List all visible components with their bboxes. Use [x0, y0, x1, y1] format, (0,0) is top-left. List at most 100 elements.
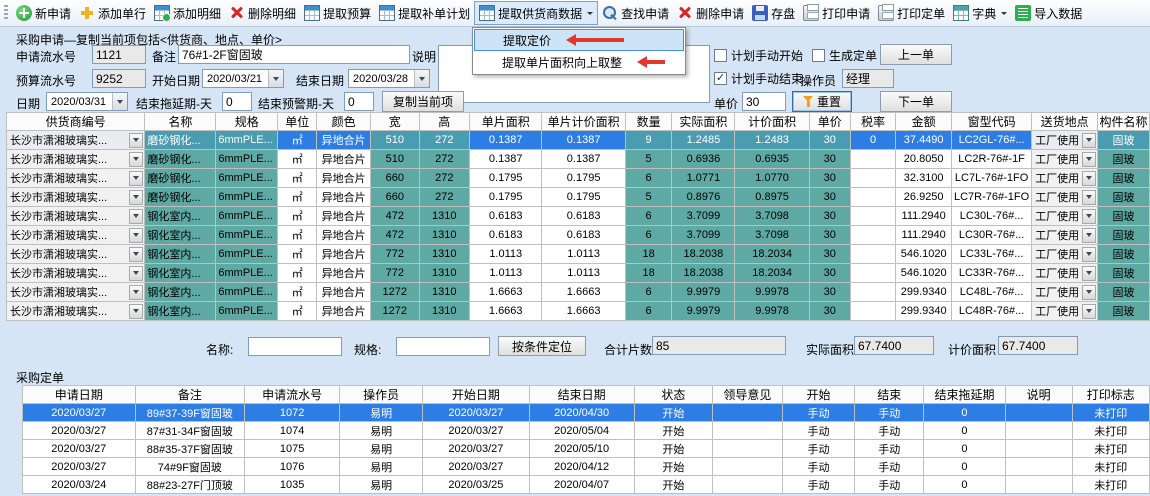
- cell[interactable]: 0.8976: [672, 188, 735, 207]
- cell[interactable]: 异地合片: [317, 302, 371, 321]
- cell[interactable]: 1.0113: [470, 245, 542, 264]
- cell[interactable]: 1.6663: [470, 302, 542, 321]
- cell[interactable]: 异地合片: [317, 150, 371, 169]
- cell[interactable]: 0.1387: [542, 131, 625, 150]
- cell[interactable]: ㎡: [278, 302, 317, 321]
- cell[interactable]: 异地合片: [317, 264, 371, 283]
- cell[interactable]: 6mmPLE...: [216, 245, 278, 264]
- cell[interactable]: [713, 404, 782, 422]
- cell[interactable]: 0.1795: [470, 188, 542, 207]
- cell[interactable]: 异地合片: [317, 245, 371, 264]
- cell[interactable]: 6mmPLE...: [216, 226, 278, 245]
- cell[interactable]: 30: [809, 283, 850, 302]
- cell[interactable]: ㎡: [278, 169, 317, 188]
- previous-order-button[interactable]: 上一单: [880, 44, 952, 65]
- cell[interactable]: 开始: [634, 440, 713, 458]
- cell[interactable]: 0: [924, 476, 1005, 494]
- cell[interactable]: 0.6183: [470, 226, 542, 245]
- cell[interactable]: 开始: [634, 476, 713, 494]
- cell[interactable]: 472: [370, 226, 419, 245]
- column-header[interactable]: 说明: [1005, 386, 1072, 404]
- combo-cell[interactable]: 长沙市潇湘玻璃实...: [7, 207, 145, 226]
- cell[interactable]: 手动: [855, 458, 924, 476]
- column-header[interactable]: 单位: [278, 113, 317, 131]
- cell[interactable]: 未打印: [1072, 440, 1149, 458]
- cell[interactable]: 2020/04/12: [529, 458, 634, 476]
- cell[interactable]: 钢化室内...: [145, 283, 216, 302]
- column-header[interactable]: 操作员: [340, 386, 423, 404]
- cell[interactable]: 1.0770: [735, 169, 809, 188]
- cell[interactable]: 固玻: [1097, 188, 1149, 207]
- cell[interactable]: 660: [370, 188, 419, 207]
- cell[interactable]: 钢化室内...: [145, 302, 216, 321]
- cell[interactable]: 0.1387: [470, 150, 542, 169]
- cell[interactable]: 30: [809, 169, 850, 188]
- cell[interactable]: 9.9979: [672, 302, 735, 321]
- combo-cell[interactable]: 工厂使用: [1032, 169, 1098, 188]
- cell[interactable]: 5: [625, 150, 672, 169]
- combo-cell[interactable]: 工厂使用: [1032, 264, 1098, 283]
- cell[interactable]: 未打印: [1072, 404, 1149, 422]
- cell[interactable]: [850, 207, 896, 226]
- cell[interactable]: 1310: [419, 207, 469, 226]
- detail-row[interactable]: 长沙市潇湘玻璃实...磨砂钢化...6mmPLE...㎡异地合片6602720.…: [7, 169, 1150, 188]
- combo-cell[interactable]: 长沙市潇湘玻璃实...: [7, 226, 145, 245]
- cell[interactable]: [713, 458, 782, 476]
- cell[interactable]: 87#31-34F窗固玻: [135, 422, 245, 440]
- copy-current-button[interactable]: 复制当前项: [382, 91, 464, 112]
- column-header[interactable]: 计价面积: [735, 113, 809, 131]
- cell[interactable]: 9.9978: [735, 302, 809, 321]
- cell[interactable]: LC33R-76#...: [951, 264, 1031, 283]
- cell[interactable]: 30: [809, 226, 850, 245]
- cell[interactable]: 0.8975: [735, 188, 809, 207]
- cell[interactable]: ㎡: [278, 131, 317, 150]
- cell[interactable]: 1310: [419, 283, 469, 302]
- column-header[interactable]: 状态: [634, 386, 713, 404]
- cell[interactable]: 2020/03/25: [423, 476, 530, 494]
- cell[interactable]: 6: [625, 283, 672, 302]
- cell[interactable]: 1075: [245, 440, 340, 458]
- chevron-down-icon[interactable]: [1082, 266, 1096, 281]
- column-header[interactable]: 颜色: [317, 113, 371, 131]
- cell[interactable]: 磨砂钢化...: [145, 188, 216, 207]
- detail-row[interactable]: 长沙市潇湘玻璃实...磨砂钢化...6mmPLE...㎡异地合片5102720.…: [7, 131, 1150, 150]
- cell[interactable]: LC48L-76#...: [951, 283, 1031, 302]
- cell[interactable]: LC48R-76#...: [951, 302, 1031, 321]
- combo-cell[interactable]: 工厂使用: [1032, 207, 1098, 226]
- cell[interactable]: 272: [419, 169, 469, 188]
- cell[interactable]: 0.6183: [542, 226, 625, 245]
- cell[interactable]: [1005, 440, 1072, 458]
- cell[interactable]: 0.6183: [542, 207, 625, 226]
- cell[interactable]: 546.1020: [896, 245, 952, 264]
- column-header[interactable]: 备注: [135, 386, 245, 404]
- toolbar-button-add-detail[interactable]: 添加明细: [150, 1, 225, 25]
- cell[interactable]: 37.4490: [896, 131, 952, 150]
- cell[interactable]: [713, 476, 782, 494]
- cell[interactable]: 固玻: [1097, 264, 1149, 283]
- cell[interactable]: 1.6663: [542, 302, 625, 321]
- chevron-down-icon[interactable]: [129, 190, 143, 205]
- cell[interactable]: 0: [924, 458, 1005, 476]
- cell[interactable]: 2020/03/27: [23, 404, 136, 422]
- cell[interactable]: 6: [625, 169, 672, 188]
- manual-end-checkbox[interactable]: 计划手动结束: [714, 70, 803, 87]
- cell[interactable]: ㎡: [278, 264, 317, 283]
- chevron-down-icon[interactable]: [1082, 133, 1096, 148]
- cell[interactable]: 3.7098: [735, 207, 809, 226]
- cell[interactable]: ㎡: [278, 283, 317, 302]
- chevron-down-icon[interactable]: [414, 70, 429, 87]
- cell[interactable]: 6mmPLE...: [216, 264, 278, 283]
- cell[interactable]: 0: [924, 404, 1005, 422]
- locate-by-condition-button[interactable]: 按条件定位: [498, 336, 586, 356]
- column-header[interactable]: 供货商编号: [7, 113, 145, 131]
- cell[interactable]: [850, 188, 896, 207]
- cell[interactable]: [1005, 404, 1072, 422]
- column-header[interactable]: 开始: [782, 386, 855, 404]
- checkbox-box[interactable]: [812, 49, 825, 62]
- order-row[interactable]: 2020/03/2789#37-39F窗固玻1072易明2020/03/2720…: [23, 404, 1150, 422]
- column-header[interactable]: 单价: [809, 113, 850, 131]
- cell[interactable]: 772: [370, 264, 419, 283]
- cell[interactable]: 1.0113: [542, 245, 625, 264]
- cell[interactable]: 易明: [340, 476, 423, 494]
- cell[interactable]: 18.2034: [735, 264, 809, 283]
